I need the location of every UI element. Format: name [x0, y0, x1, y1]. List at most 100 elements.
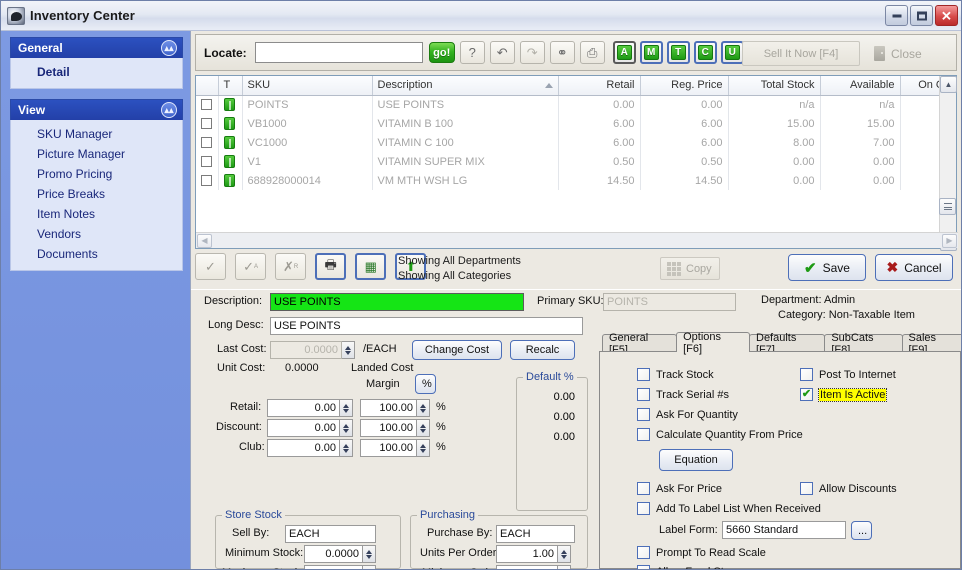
discount-price-stepper[interactable]: [340, 419, 353, 437]
column-header-retail[interactable]: Retail: [558, 76, 641, 96]
scroll-right-button[interactable]: ▶: [942, 233, 957, 248]
checkbox-box[interactable]: [800, 482, 813, 495]
maximum-stock-field[interactable]: [304, 565, 363, 569]
check-all-button[interactable]: ✓: [195, 253, 226, 280]
sell-by-field[interactable]: [285, 525, 376, 543]
checkbox-box[interactable]: ✔: [800, 388, 813, 401]
filter-u-button[interactable]: U: [720, 41, 744, 64]
minimum-stock-stepper[interactable]: [363, 545, 376, 563]
last-cost-field[interactable]: [270, 341, 342, 359]
row-select-checkbox[interactable]: [196, 95, 219, 114]
label-form-browse-button[interactable]: ...: [851, 521, 872, 540]
row-select-checkbox[interactable]: [196, 114, 219, 133]
checkbox-calculate-quantity-from-price[interactable]: Calculate Quantity From Price: [637, 428, 803, 441]
column-header-type[interactable]: T: [218, 76, 243, 96]
sidebar-group-header-view[interactable]: View ▴▴: [10, 99, 183, 120]
checkbox-allow-food-stamps[interactable]: Allow Food Stamps: [637, 565, 751, 569]
checkbox-box[interactable]: [800, 368, 813, 381]
checkbox-box[interactable]: [637, 368, 650, 381]
tab-general[interactable]: General [F5]: [602, 332, 678, 356]
tab-sales[interactable]: Sales [F9]: [901, 332, 961, 356]
row-select-checkbox[interactable]: [196, 152, 219, 171]
club-price-stepper[interactable]: [340, 439, 353, 457]
description-field[interactable]: [270, 293, 524, 311]
equation-button[interactable]: Equation: [659, 449, 733, 471]
checkbox-box[interactable]: [637, 408, 650, 421]
sidebar-group-header-general[interactable]: General ▴▴: [10, 37, 183, 58]
chevron-up-icon[interactable]: ▴▴: [161, 40, 177, 56]
horizontal-scrollbar[interactable]: ◀ ▶: [196, 232, 958, 248]
sidebar-item-documents[interactable]: Documents: [11, 244, 182, 264]
close-window-button[interactable]: ✕: [935, 5, 958, 26]
checkbox-prompt-to-read-scale[interactable]: Prompt To Read Scale: [637, 546, 766, 559]
checkbox-box[interactable]: [637, 546, 650, 559]
sidebar-item-vendors[interactable]: Vendors: [11, 224, 182, 244]
club-margin-stepper[interactable]: [417, 439, 430, 457]
help-icon[interactable]: ?: [459, 41, 485, 64]
club-price-field[interactable]: [267, 439, 340, 457]
checkbox-box[interactable]: [201, 175, 212, 187]
sidebar-item-sku-manager[interactable]: SKU Manager: [11, 124, 182, 144]
table-row[interactable]: 688928000014 VM MTH WSH LG 14.50 14.50 0.00 0…: [196, 171, 951, 190]
go-button[interactable]: go!: [428, 42, 455, 63]
checkbox-box[interactable]: [637, 428, 650, 441]
table-row[interactable]: POINTS USE POINTS 0.00 0.00 n/a n/a: [196, 95, 951, 114]
print-button[interactable]: 🖶: [315, 253, 347, 280]
sidebar-item-price-breaks[interactable]: Price Breaks: [11, 184, 182, 204]
retail-price-field[interactable]: [267, 399, 340, 417]
column-header-sku[interactable]: SKU: [242, 76, 373, 96]
list-button[interactable]: ▦: [355, 253, 387, 280]
filter-t-button[interactable]: T: [666, 41, 690, 64]
margin-percent-button[interactable]: %: [415, 374, 436, 394]
last-cost-stepper[interactable]: [342, 341, 355, 359]
tab-options[interactable]: Options [F6]: [676, 331, 750, 355]
retail-price-stepper[interactable]: [340, 399, 353, 417]
report-preview-icon[interactable]: ⎙: [579, 41, 605, 64]
undo-icon[interactable]: ↷: [519, 41, 545, 64]
filter-m-button[interactable]: M: [639, 41, 663, 64]
maximize-button[interactable]: [910, 5, 933, 26]
uncheck-all-button[interactable]: ✗ R: [275, 253, 307, 280]
minimize-button[interactable]: [885, 5, 908, 26]
discount-margin-stepper[interactable]: [417, 419, 430, 437]
units-per-order-field[interactable]: [496, 545, 558, 563]
column-header-total-stock[interactable]: Total Stock: [728, 76, 821, 96]
recalc-button[interactable]: Recalc: [510, 340, 575, 360]
filter-all-button[interactable]: A: [612, 41, 636, 64]
scroll-left-button[interactable]: ◀: [197, 233, 212, 248]
tab-subcats[interactable]: SubCats [F8]: [824, 332, 903, 356]
primary-sku-field[interactable]: [603, 293, 736, 311]
long-desc-field[interactable]: [270, 317, 583, 335]
scroll-thumb[interactable]: [939, 198, 956, 215]
binoculars-icon[interactable]: ⚭: [549, 41, 575, 64]
minimum-order-stepper[interactable]: [558, 565, 571, 569]
checkbox-box[interactable]: [201, 137, 212, 149]
sell-it-now-button[interactable]: Sell It Now [F4]: [742, 41, 860, 66]
club-margin-field[interactable]: [360, 439, 417, 457]
checkbox-allow-discounts[interactable]: Allow Discounts: [800, 482, 897, 495]
chevron-up-icon[interactable]: ▴▴: [161, 102, 177, 118]
checkbox-box[interactable]: [637, 565, 650, 569]
copy-button[interactable]: Copy: [660, 257, 720, 280]
change-cost-button[interactable]: Change Cost: [412, 340, 502, 360]
discount-margin-field[interactable]: [360, 419, 417, 437]
save-button[interactable]: ✔ Save: [788, 254, 866, 281]
table-row[interactable]: VC1000 VITAMIN C 100 6.00 6.00 8.00 7.00: [196, 133, 951, 152]
minimum-stock-field[interactable]: [304, 545, 363, 563]
row-select-checkbox[interactable]: [196, 171, 219, 190]
vertical-scrollbar[interactable]: ▲ ▼: [939, 76, 957, 251]
minimum-order-field[interactable]: [496, 565, 558, 569]
label-form-field[interactable]: [722, 521, 846, 539]
purchase-by-field[interactable]: [496, 525, 575, 543]
checkbox-box[interactable]: [637, 502, 650, 515]
retail-margin-stepper[interactable]: [417, 399, 430, 417]
table-row[interactable]: VB1000 VITAMIN B 100 6.00 6.00 15.00 15.00: [196, 114, 951, 133]
checkbox-box[interactable]: [637, 388, 650, 401]
search-input[interactable]: [254, 42, 423, 63]
sidebar-item-picture-manager[interactable]: Picture Manager: [11, 144, 182, 164]
checkbox-box[interactable]: [201, 118, 212, 130]
checkbox-box[interactable]: [201, 156, 212, 168]
close-button[interactable]: Close: [864, 39, 952, 68]
units-per-order-stepper[interactable]: [558, 545, 571, 563]
sidebar-item-detail[interactable]: Detail: [11, 62, 182, 82]
